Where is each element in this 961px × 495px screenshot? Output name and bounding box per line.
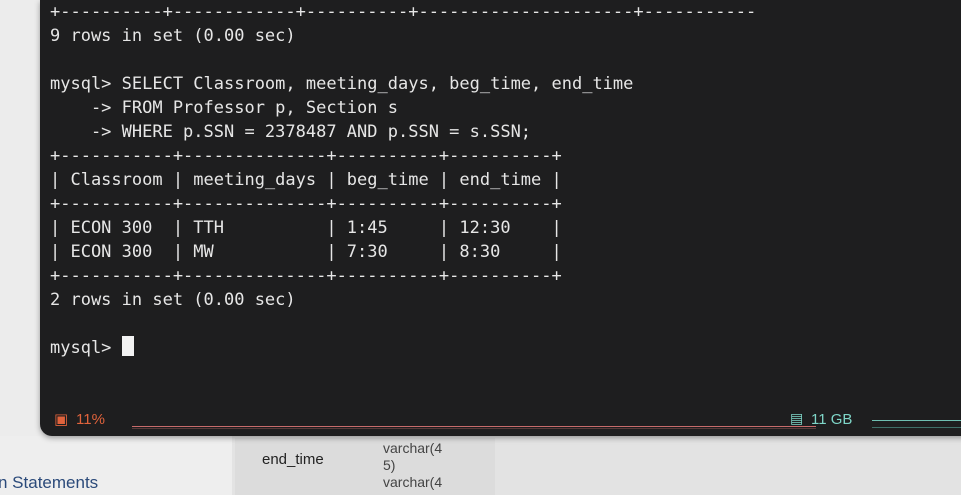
terminal-line: -> WHERE p.SSN = 2378487 AND p.SSN = s.S… <box>50 122 532 142</box>
memory-icon: ▤ <box>790 411 804 427</box>
memory-usage-graph <box>872 420 961 421</box>
background-field-name: end_time <box>262 451 324 468</box>
cpu-usage-label: 11% <box>76 411 105 428</box>
terminal-output[interactable]: +----------+------------+----------+----… <box>50 0 756 360</box>
terminal-line: 2 rows in set (0.00 sec) <box>50 290 296 310</box>
terminal-line: | Classroom | meeting_days | beg_time | … <box>50 170 562 190</box>
terminal-left-margin <box>0 0 40 436</box>
status-bar: ▣ 11% ▤ 11 GB <box>54 411 961 429</box>
terminal-cursor <box>121 336 134 356</box>
terminal-line: +-----------+--------------+----------+-… <box>50 194 562 214</box>
terminal-line: mysql> SELECT Classroom, meeting_days, b… <box>50 74 634 94</box>
memory-usage-label: 11 GB <box>811 411 853 428</box>
terminal-line: 9 rows in set (0.00 sec) <box>50 26 296 46</box>
cpu-usage-graph <box>132 426 816 427</box>
cpu-usage-baseline <box>132 428 816 429</box>
terminal-line: -> FROM Professor p, Section s <box>50 98 398 118</box>
terminal-line: +----------+------------+----------+----… <box>50 2 757 22</box>
background-field-type: varchar(4 5) varchar(4 <box>383 440 443 490</box>
terminal-line: +-----------+--------------+----------+-… <box>50 146 562 166</box>
terminal-line: +-----------+--------------+----------+-… <box>50 266 562 286</box>
terminal-prompt: mysql> <box>50 338 122 358</box>
terminal-line: | ECON 300 | MW | 7:30 | 8:30 | <box>50 242 562 262</box>
terminal-line: | ECON 300 | TTH | 1:45 | 12:30 | <box>50 218 562 238</box>
cpu-chip-icon: ▣ <box>54 410 69 428</box>
memory-usage-baseline <box>872 427 961 428</box>
background-statements-link[interactable]: n Statements <box>0 473 98 493</box>
